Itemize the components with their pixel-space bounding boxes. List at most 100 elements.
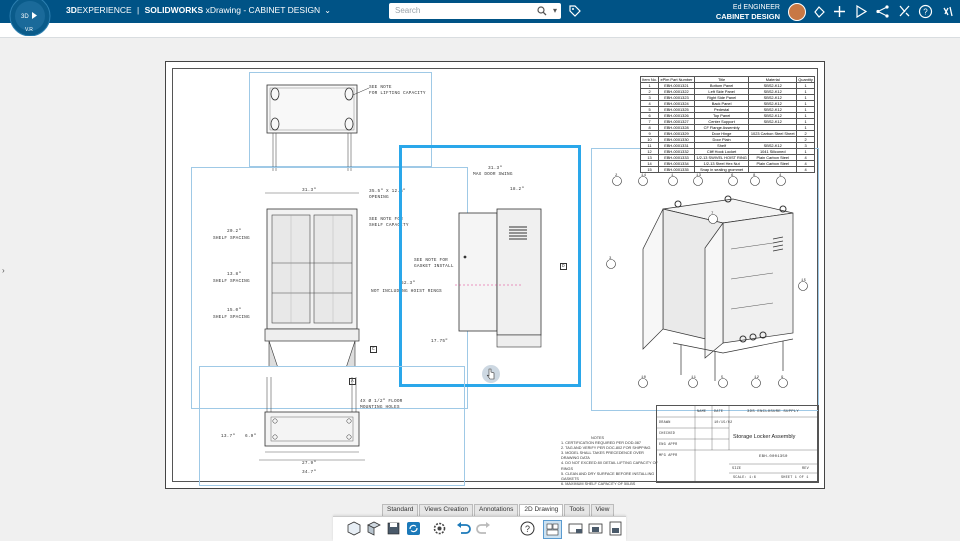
marker-d: D [560, 263, 567, 270]
notes-block: NOTES 1. CERTIFICATION REQUIRED PER DOD-… [561, 436, 661, 487]
page-icon[interactable] [607, 520, 624, 537]
title-scale: SCALE: 1:6 [733, 476, 757, 480]
add-icon[interactable] [832, 4, 847, 19]
bom-header-cell: Quantity [796, 76, 815, 83]
tab-standard[interactable]: Standard [382, 504, 419, 516]
sheet-icon[interactable] [567, 520, 584, 537]
save-icon[interactable] [385, 520, 402, 537]
bom-header-cell: Item No. [639, 76, 660, 83]
bom-cell: Snap in sealing grommet [693, 166, 750, 173]
model-icon[interactable] [345, 520, 362, 537]
refresh-icon[interactable] [405, 520, 422, 537]
tab-views-creation[interactable]: Views Creation [419, 504, 473, 516]
gasket-note2: GASKET INSTALL [414, 264, 454, 269]
tab-view[interactable]: View [590, 504, 615, 516]
shelf3-label: SHELF SPACING [213, 315, 250, 320]
balloon-label[interactable]: 8 [753, 174, 756, 178]
note-line: 4. DO NOT EXCEED 8X DETAIL LIFTING CAPAC… [561, 461, 658, 471]
balloon-label[interactable]: 5 [721, 376, 724, 380]
balloon-label[interactable]: 11 [691, 376, 696, 380]
tools-icon[interactable] [897, 4, 912, 19]
title-name-header: NAME [697, 410, 707, 414]
title-sheet: SHEET 1 OF 1 [781, 476, 809, 480]
shelf-note1: SEE NOTE FOR [369, 217, 404, 222]
title-mfg-appr: MFG APPR [659, 454, 678, 458]
opening-label2: OPENING [369, 195, 389, 200]
network-icon[interactable] [875, 4, 890, 19]
shelf3-value: 15.0" [227, 308, 242, 313]
title-company: 3DS ENCLOSURE SUPPLY [747, 410, 800, 414]
user-name: Ed ENGINEER [732, 4, 780, 11]
undo-icon[interactable] [455, 520, 472, 537]
bom-row[interactable]: 9 EBH-0001329 Door Hinge 1023 Carbon Steel … [639, 130, 815, 137]
balloon-label[interactable]: 4 [779, 174, 782, 178]
avatar[interactable] [788, 3, 806, 21]
open-icon[interactable] [365, 520, 382, 537]
compass-icon[interactable]: 3D V.R [4, 0, 60, 36]
svg-text:V.R: V.R [25, 27, 33, 33]
drawing-sheet[interactable]: SEE NOTE FOR LIFTING CAPACITY 31.3" 35.5… [165, 61, 825, 489]
help-icon[interactable]: ? [918, 4, 933, 19]
balloon-label[interactable]: 3 [609, 257, 612, 261]
side-bottom-dim: 17.75" [431, 339, 449, 344]
chevron-right-icon[interactable]: › [2, 266, 5, 275]
side-depth-dim: 18.2" [510, 187, 525, 192]
gasket-note1: SEE NOTE FOR [414, 258, 449, 263]
settings-icon[interactable] [431, 520, 448, 537]
redo-icon[interactable] [475, 520, 492, 537]
play-icon[interactable] [854, 4, 869, 19]
front-view-drawing [264, 192, 360, 367]
app-title[interactable]: 3DEXPERIENCE | SOLIDWORKS xDrawing - CAB… [66, 5, 331, 15]
balloon-label[interactable]: 1 [671, 174, 674, 178]
note-line: 6. MAXIMUM SHELF CAPACITY OF 50LBS [561, 481, 636, 486]
title-block: 3DS ENCLOSURE SUPPLY NAME DATE DRAWN 10/… [656, 405, 819, 483]
balloon-label[interactable]: 14 [641, 174, 646, 178]
title-rev: REV [802, 467, 809, 471]
tab-annotations[interactable]: Annotations [474, 504, 519, 516]
balloon-label[interactable]: 2 [615, 174, 618, 178]
balloon-label[interactable]: 9 [781, 376, 784, 380]
action-bar: ? [333, 516, 626, 541]
tag-icon[interactable] [568, 4, 582, 18]
note-line: 3. MODEL SHALL TAKES PRECEDENCE OVER DRA… [561, 451, 644, 461]
views-icon[interactable] [543, 520, 562, 539]
share-icon[interactable] [812, 4, 827, 19]
door-swing-label: MAX DOOR SWING [473, 172, 513, 177]
balloon-label[interactable]: 12 [754, 376, 759, 380]
search-field[interactable]: Search ▾ [389, 3, 561, 19]
balloon-label[interactable]: 13 [696, 174, 701, 178]
bom-table[interactable]: Item No. ePlm Part Number Title Material Qua… [639, 76, 815, 173]
shelf2-label: SHELF SPACING [213, 279, 250, 284]
balloon-label[interactable]: 6 [731, 174, 734, 178]
bom-row[interactable]: 13 EBH-0001333 1/2-13 SWIVEL HOIST RING Pla… [639, 154, 815, 161]
bottom-width1: 27.9" [302, 461, 317, 466]
tab-tools[interactable]: Tools [564, 504, 590, 516]
tab-2d-drawing[interactable]: 2D Drawing [519, 504, 564, 516]
toolbar-tabs: Standard Views Creation Annotations 2D Draw… [382, 504, 615, 516]
shelf1-label: SHELF SPACING [213, 236, 250, 241]
user-info[interactable]: Ed ENGINEER CABINET DESIGN [716, 3, 780, 21]
front-width-dim: 31.3" [302, 188, 317, 193]
balloon-label[interactable]: 15 [801, 279, 806, 283]
bottom-width2: 34.7" [302, 470, 317, 475]
bom-cell: 15 [639, 166, 660, 173]
balloon-label[interactable]: 7 [711, 212, 714, 216]
top-note-line2: FOR LIFTING CAPACITY [369, 91, 426, 96]
search-dropdown-icon[interactable]: ▾ [553, 6, 557, 15]
bom-cell [748, 166, 798, 173]
shelf1-value: 20.2" [227, 229, 242, 234]
note-line: 5. CLEAN AND DRY SURFACE BEFORE INSTALLI… [561, 471, 655, 481]
drawing-number: EBH-0001350 [759, 455, 788, 459]
bom-cell: 1/2-13 SWIVEL HOIST RING [693, 154, 750, 161]
sheet-alt-icon[interactable] [587, 520, 604, 537]
bom-row[interactable]: 14 EBH-0001334 1/2-13 Steel Hex Nut Plain C… [639, 160, 815, 167]
balloon-label[interactable]: 10 [641, 376, 646, 380]
help-icon[interactable]: ? [519, 520, 536, 537]
apps-icon[interactable] [940, 4, 955, 19]
marker-c: C [370, 346, 377, 353]
title-eng-appr: ENG APPR [659, 443, 678, 447]
bom-row[interactable]: 15 EBH-0001335 Snap in sealing grommet 4 [639, 166, 815, 173]
chevron-down-icon[interactable]: ⌄ [324, 6, 331, 15]
search-icon[interactable] [537, 6, 547, 16]
bom-body: 1 EBH-0001321 Bottom Panel SBS2-K12 1 2 EBH-00… [639, 82, 815, 173]
